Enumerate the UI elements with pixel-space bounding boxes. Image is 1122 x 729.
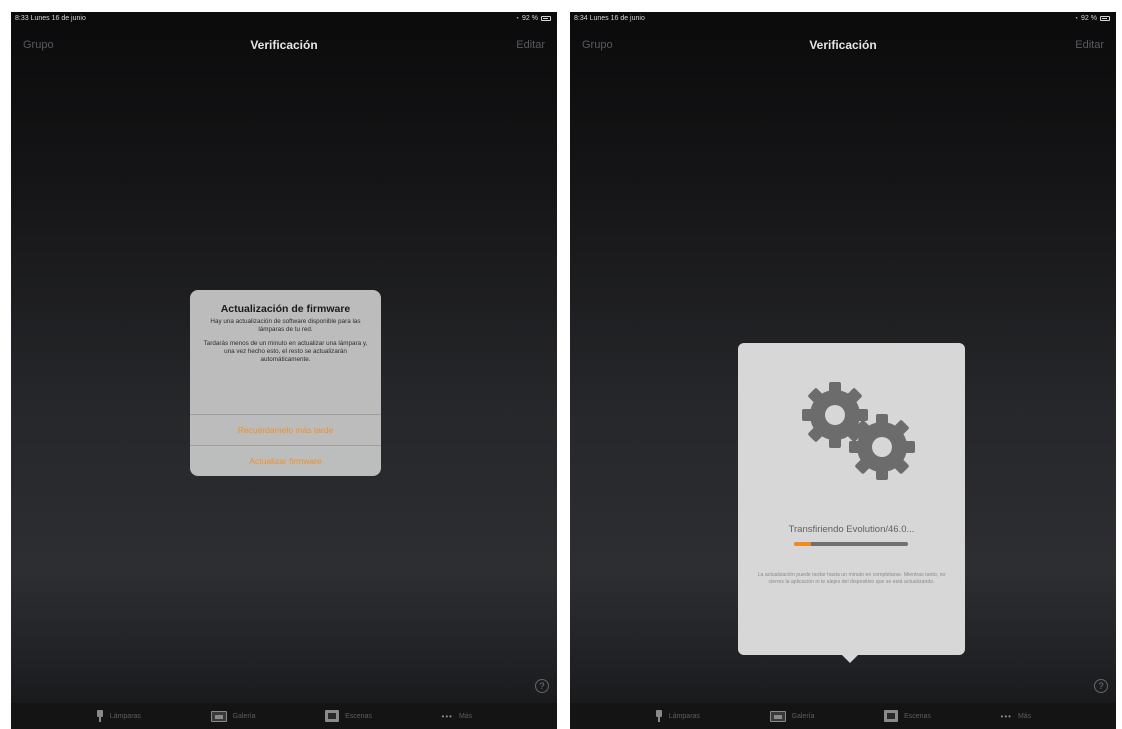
progress-bar-fill — [794, 542, 812, 546]
alert-title: Actualización de firmware — [220, 303, 351, 315]
progress-message: La actualización puede tardar hasta un m… — [757, 572, 946, 585]
help-icon[interactable]: ? — [535, 679, 549, 693]
firmware-progress-popover: Transfiriendo Evolution/46.0... La actua… — [738, 343, 965, 663]
lamp-icon — [655, 710, 663, 722]
help-icon[interactable]: ? — [1094, 679, 1108, 693]
remind-later-button[interactable]: Recuérdamelo más tarde — [190, 414, 381, 445]
scenes-icon — [325, 710, 340, 722]
tab-mas[interactable]: ••• Más — [1001, 711, 1032, 722]
tab-lamparas[interactable]: Lámparas — [96, 710, 141, 722]
status-bar: 8:34 Lunes 16 de junio ◔ 92 % — [570, 12, 1116, 26]
status-time-date: 8:33 Lunes 16 de junio — [15, 15, 86, 22]
tab-galeria[interactable]: Galería — [210, 710, 256, 722]
tab-escenas[interactable]: Escenas — [325, 710, 372, 722]
page-title: Verificación — [809, 38, 877, 52]
wifi-icon: ◔ — [1074, 15, 1079, 22]
alert-body: Actualización de firmware Hay una actual… — [190, 290, 381, 414]
tab-label: Más — [1017, 712, 1032, 720]
firmware-update-alert: Actualización de firmware Hay una actual… — [190, 290, 381, 476]
tab-label: Galería — [791, 712, 815, 720]
alert-message: Hay una actualización de software dispon… — [210, 318, 361, 333]
navigation-bar: Grupo Verificación Editar — [11, 36, 557, 56]
gallery-icon — [769, 710, 786, 722]
more-icon: ••• — [441, 711, 453, 721]
more-icon: ••• — [1000, 711, 1012, 721]
battery-icon — [1100, 16, 1110, 21]
tab-galeria[interactable]: Galería — [769, 710, 815, 722]
lamp-icon — [96, 710, 104, 722]
edit-button[interactable]: Editar — [516, 39, 545, 51]
status-bar: 8:33 Lunes 16 de junio ◔ 92 % — [11, 12, 557, 26]
tab-label: Más — [458, 712, 473, 720]
tab-bar: Lámparas Galería Escenas ••• Más — [11, 703, 557, 729]
battery-percent: 92 % — [1081, 15, 1097, 22]
progress-status-text: Transfiriendo Evolution/46.0... — [788, 524, 915, 535]
status-right: ◔ 92 % — [515, 15, 551, 22]
page-title: Verificación — [250, 38, 318, 52]
tab-mas[interactable]: ••• Más — [442, 711, 473, 722]
tab-label: Escenas — [904, 712, 931, 720]
status-time-date: 8:34 Lunes 16 de junio — [574, 15, 645, 22]
screen-right: 8:34 Lunes 16 de junio ◔ 92 % Grupo Veri… — [570, 12, 1116, 729]
popover-arrow — [842, 655, 858, 663]
tab-label: Lámparas — [109, 712, 141, 720]
alert-message-detail: Tardarás menos de un minuto en actualiza… — [203, 340, 368, 363]
tab-label: Lámparas — [668, 712, 700, 720]
battery-icon — [541, 16, 551, 21]
tab-label: Escenas — [345, 712, 372, 720]
gallery-icon — [210, 710, 227, 722]
screen-left: 8:33 Lunes 16 de junio ◔ 92 % Grupo Veri… — [11, 12, 557, 729]
tab-escenas[interactable]: Escenas — [884, 710, 931, 722]
tab-lamparas[interactable]: Lámparas — [655, 710, 700, 722]
tab-bar: Lámparas Galería Escenas ••• Más — [570, 703, 1116, 729]
update-firmware-button[interactable]: Actualizar firmware — [190, 445, 381, 476]
gears-icon — [802, 382, 915, 480]
battery-percent: 92 % — [522, 15, 538, 22]
progress-bar — [794, 542, 908, 546]
status-right: ◔ 92 % — [1074, 15, 1110, 22]
scenes-icon — [884, 710, 899, 722]
tab-label: Galería — [232, 712, 256, 720]
navigation-bar: Grupo Verificación Editar — [570, 36, 1116, 56]
edit-button[interactable]: Editar — [1075, 39, 1104, 51]
wifi-icon: ◔ — [515, 15, 520, 22]
